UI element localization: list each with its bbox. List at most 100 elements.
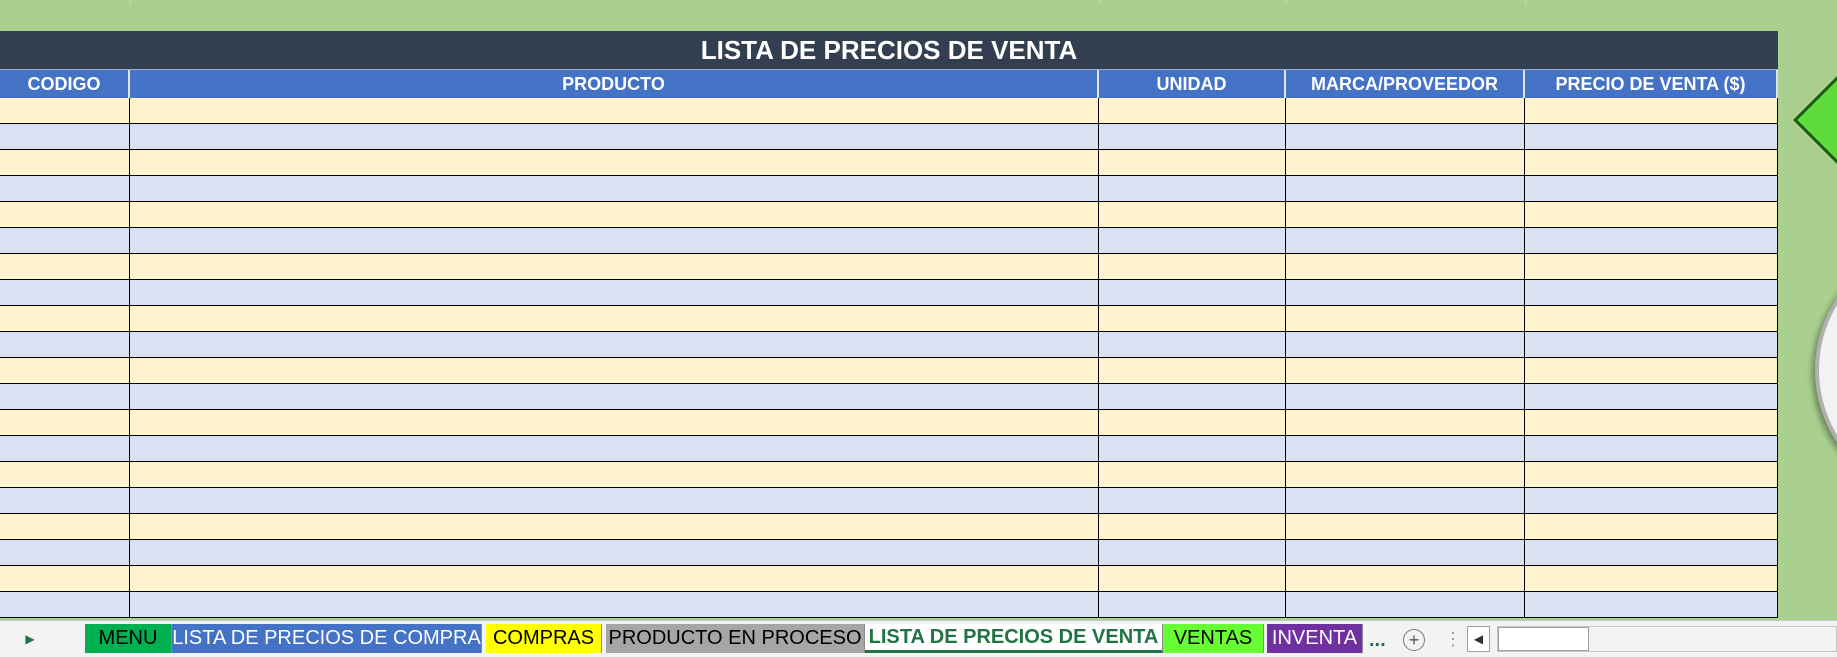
- table-cell[interactable]: [1099, 358, 1286, 383]
- table-cell[interactable]: [0, 566, 130, 591]
- table-cell[interactable]: [0, 332, 130, 357]
- sheet-tab[interactable]: LISTA DE PRECIOS DE VENTA: [865, 624, 1163, 653]
- table-cell[interactable]: [1099, 228, 1286, 253]
- table-cell[interactable]: [1286, 150, 1525, 175]
- table-cell[interactable]: [0, 202, 130, 227]
- table-cell[interactable]: [0, 98, 130, 123]
- table-cell[interactable]: [1525, 306, 1778, 331]
- table-cell[interactable]: [130, 124, 1099, 149]
- table-cell[interactable]: [1525, 410, 1778, 435]
- table-cell[interactable]: [1525, 488, 1778, 513]
- table-cell[interactable]: [1099, 124, 1286, 149]
- table-cell[interactable]: [1525, 332, 1778, 357]
- table-cell[interactable]: [1286, 176, 1525, 201]
- table-cell[interactable]: [130, 150, 1099, 175]
- table-cell[interactable]: [1286, 358, 1525, 383]
- table-cell[interactable]: [1099, 306, 1286, 331]
- table-cell[interactable]: [130, 254, 1099, 279]
- table-cell[interactable]: [1099, 384, 1286, 409]
- sheet-tab[interactable]: LISTA DE PRECIOS DE COMPRA: [172, 624, 482, 653]
- table-cell[interactable]: [1286, 384, 1525, 409]
- table-cell[interactable]: [0, 410, 130, 435]
- table-cell[interactable]: [1525, 566, 1778, 591]
- table-cell[interactable]: [1525, 358, 1778, 383]
- sheet-tab[interactable]: MENU: [85, 624, 172, 653]
- table-cell[interactable]: [1286, 98, 1525, 123]
- table-cell[interactable]: [130, 384, 1099, 409]
- table-cell[interactable]: [1099, 436, 1286, 461]
- table-cell[interactable]: [1099, 462, 1286, 487]
- table-cell[interactable]: [1099, 514, 1286, 539]
- table-cell[interactable]: [0, 540, 130, 565]
- table-cell[interactable]: [130, 514, 1099, 539]
- table-cell[interactable]: [0, 228, 130, 253]
- sheet-tab[interactable]: VENTAS: [1163, 624, 1264, 653]
- table-cell[interactable]: [1286, 436, 1525, 461]
- table-cell[interactable]: [1099, 254, 1286, 279]
- table-cell[interactable]: [0, 384, 130, 409]
- table-cell[interactable]: [0, 436, 130, 461]
- table-cell[interactable]: [1286, 124, 1525, 149]
- tab-splitter-handle[interactable]: ⋮: [1444, 629, 1462, 650]
- table-cell[interactable]: [130, 332, 1099, 357]
- table-cell[interactable]: [1525, 514, 1778, 539]
- table-cell[interactable]: [0, 358, 130, 383]
- table-cell[interactable]: [0, 488, 130, 513]
- table-cell[interactable]: [1525, 592, 1778, 617]
- table-cell[interactable]: [1099, 176, 1286, 201]
- table-cell[interactable]: [1525, 202, 1778, 227]
- table-cell[interactable]: [1525, 462, 1778, 487]
- sheet-tab[interactable]: INVENTA: [1267, 624, 1363, 653]
- table-cell[interactable]: [1525, 540, 1778, 565]
- table-cell[interactable]: [1286, 306, 1525, 331]
- horizontal-scrollbar[interactable]: [1497, 626, 1837, 652]
- table-cell[interactable]: [1525, 254, 1778, 279]
- table-cell[interactable]: [130, 566, 1099, 591]
- table-cell[interactable]: [130, 540, 1099, 565]
- table-cell[interactable]: [130, 202, 1099, 227]
- table-cell[interactable]: [1286, 254, 1525, 279]
- worksheet-area[interactable]: LISTA DE PRECIOS DE VENTA CODIGO PRODUCT…: [0, 0, 1837, 620]
- tab-overflow-button[interactable]: ...: [1369, 629, 1386, 652]
- table-cell[interactable]: [1525, 384, 1778, 409]
- header-unidad[interactable]: UNIDAD: [1099, 70, 1286, 98]
- table-cell[interactable]: [1099, 566, 1286, 591]
- plus-circle-icon[interactable]: +: [1403, 629, 1425, 651]
- table-cell[interactable]: [1286, 592, 1525, 617]
- header-precio-venta[interactable]: PRECIO DE VENTA ($): [1525, 70, 1778, 98]
- table-cell[interactable]: [1099, 488, 1286, 513]
- table-cell[interactable]: [1286, 202, 1525, 227]
- header-codigo[interactable]: CODIGO: [0, 70, 130, 98]
- table-cell[interactable]: [1525, 124, 1778, 149]
- table-cell[interactable]: [130, 436, 1099, 461]
- table-cell[interactable]: [0, 514, 130, 539]
- table-cell[interactable]: [130, 176, 1099, 201]
- table-cell[interactable]: [0, 254, 130, 279]
- play-right-icon[interactable]: ▶: [22, 631, 38, 647]
- table-cell[interactable]: [1286, 488, 1525, 513]
- table-cell[interactable]: [1286, 540, 1525, 565]
- table-cell[interactable]: [0, 124, 130, 149]
- table-cell[interactable]: [1525, 150, 1778, 175]
- table-cell[interactable]: [130, 358, 1099, 383]
- table-cell[interactable]: [0, 592, 130, 617]
- diamond-shape-button[interactable]: [1793, 69, 1837, 171]
- table-cell[interactable]: [130, 592, 1099, 617]
- circle-shape-button[interactable]: [1815, 240, 1837, 500]
- table-cell[interactable]: [130, 306, 1099, 331]
- table-cell[interactable]: [0, 176, 130, 201]
- table-cell[interactable]: [0, 306, 130, 331]
- table-cell[interactable]: [1286, 566, 1525, 591]
- table-cell[interactable]: [1286, 462, 1525, 487]
- table-cell[interactable]: [1286, 410, 1525, 435]
- table-cell[interactable]: [130, 410, 1099, 435]
- table-cell[interactable]: [1525, 176, 1778, 201]
- scroll-left-arrow-icon[interactable]: ◀: [1467, 626, 1490, 652]
- table-cell[interactable]: [130, 488, 1099, 513]
- table-cell[interactable]: [1099, 202, 1286, 227]
- header-marca-proveedor[interactable]: MARCA/PROVEEDOR: [1286, 70, 1525, 98]
- table-cell[interactable]: [1099, 540, 1286, 565]
- table-cell[interactable]: [1286, 332, 1525, 357]
- table-cell[interactable]: [1099, 592, 1286, 617]
- table-cell[interactable]: [1286, 280, 1525, 305]
